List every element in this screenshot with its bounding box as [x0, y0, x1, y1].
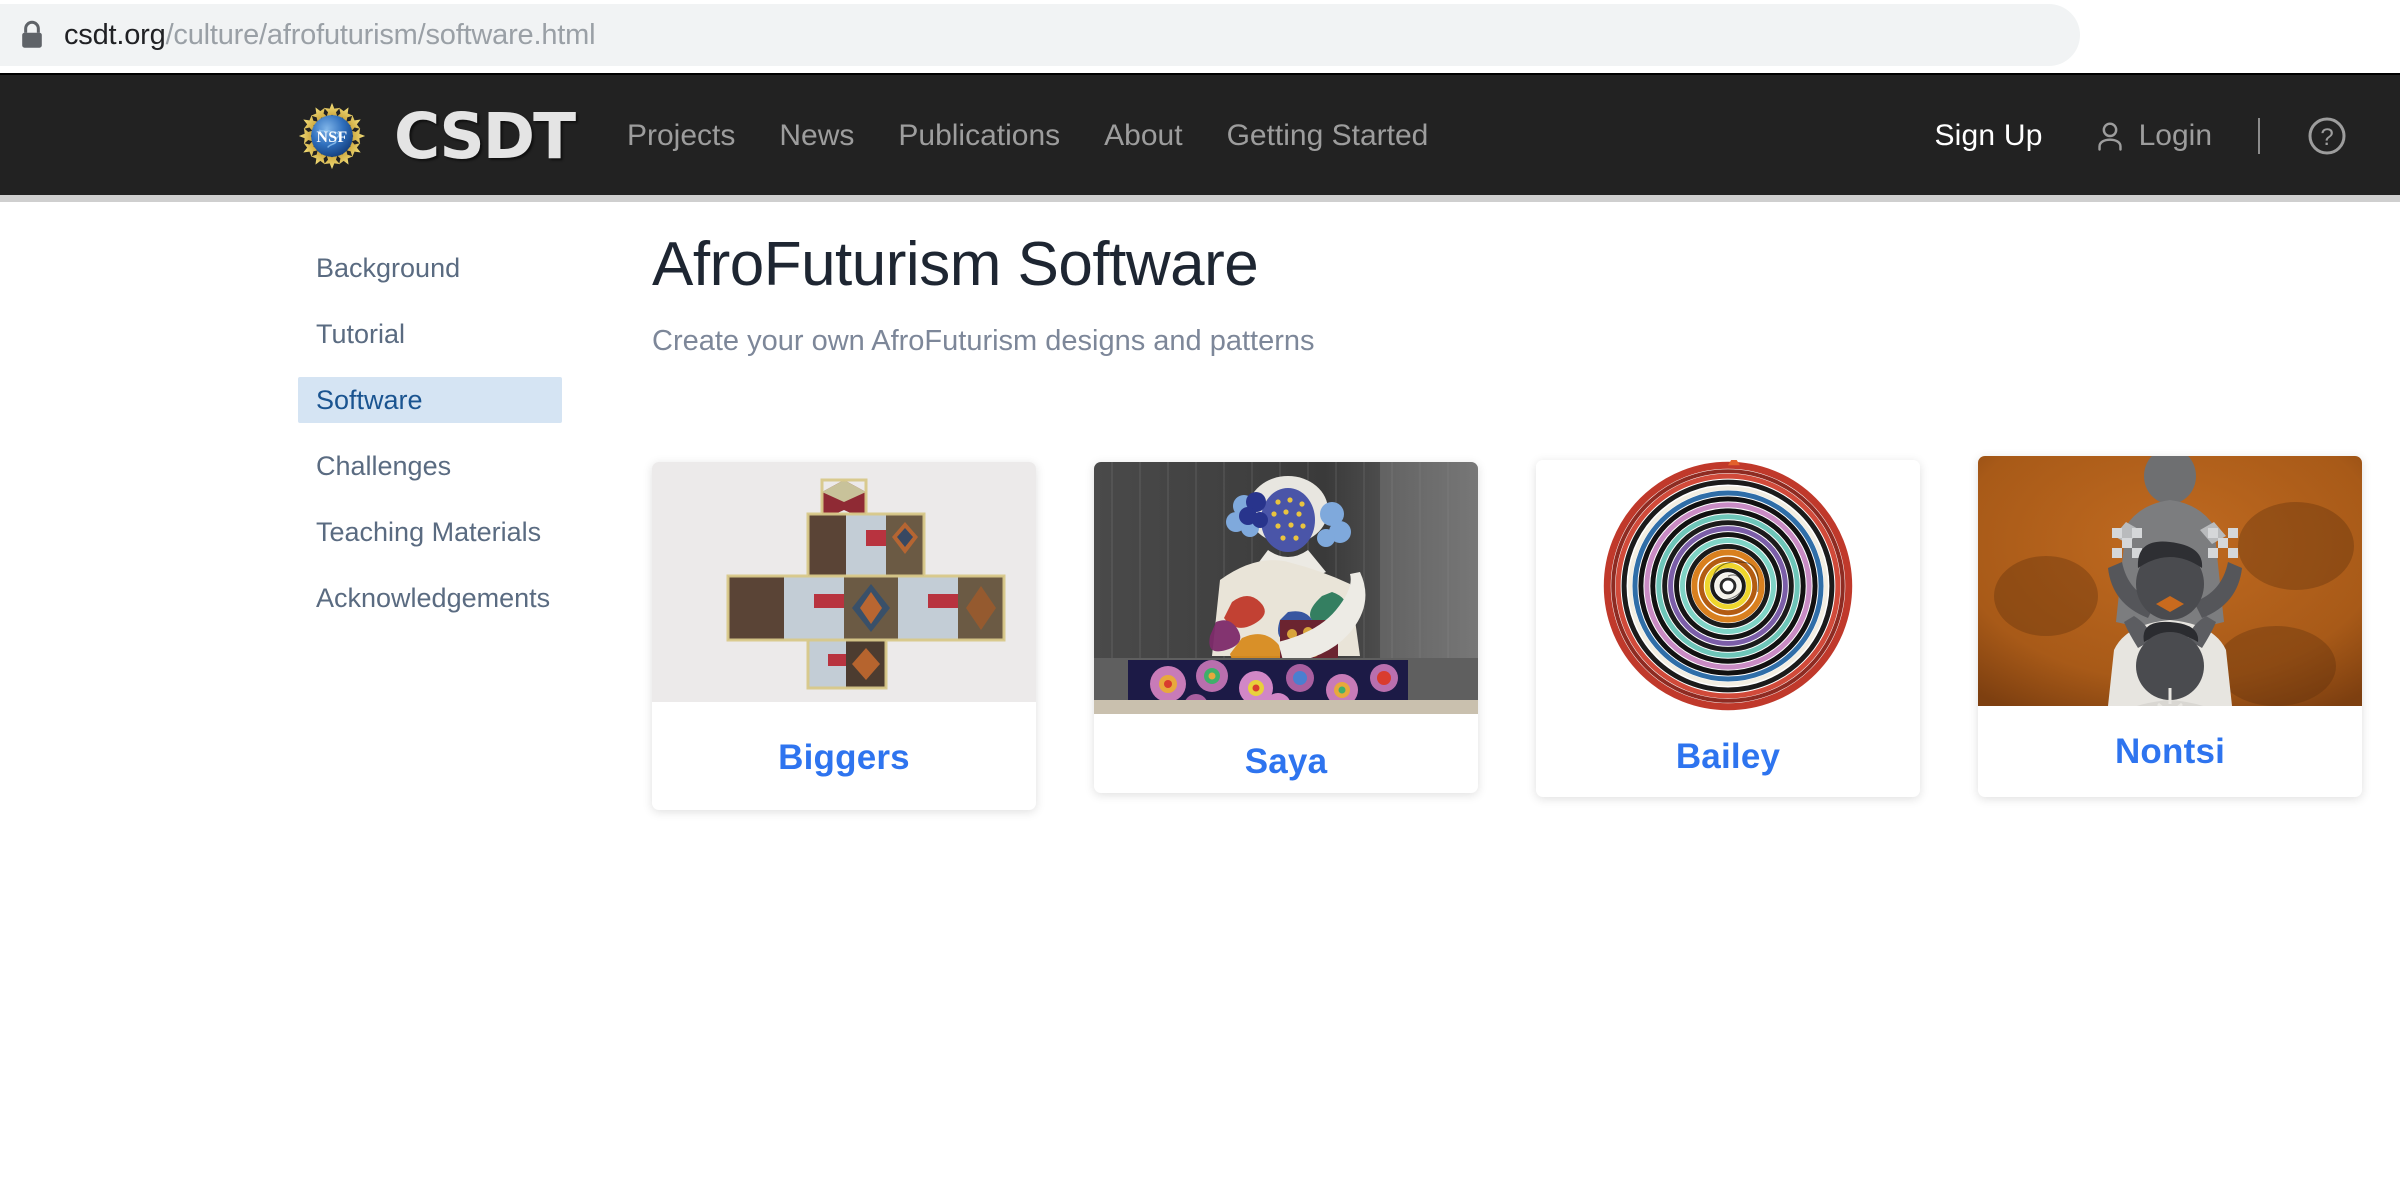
nav-link-projects[interactable]: Projects — [605, 121, 757, 151]
url-domain: csdt.org — [64, 18, 166, 51]
sidebar-item-software[interactable]: Software — [298, 377, 562, 423]
nsf-globe-logo-icon: NSF — [298, 102, 366, 170]
sidebar-item-label: Background — [316, 252, 461, 283]
url-path: /culture/afrofuturism/software.html — [165, 18, 596, 51]
svg-text:?: ? — [2320, 124, 2333, 151]
sidebar-item-acknowledgements[interactable]: Acknowledgements — [298, 575, 562, 621]
sidebar-item-tutorial[interactable]: Tutorial — [298, 311, 562, 357]
sidebar-item-background[interactable]: Background — [298, 245, 562, 291]
card-label: Biggers — [778, 738, 910, 777]
login-label: Login — [2138, 119, 2212, 152]
section-sidebar: Background Tutorial Software Challenges … — [298, 245, 562, 641]
main-content: AfroFuturism Software Create your own Af… — [652, 195, 2362, 810]
sidebar-item-label: Tutorial — [316, 318, 406, 349]
brand-logo[interactable]: NSF CSDT — [296, 97, 576, 175]
help-circle-icon[interactable]: ? — [2306, 115, 2348, 157]
sidebar-item-label: Software — [316, 384, 423, 415]
nav-link-about[interactable]: About — [1082, 121, 1204, 151]
bailey-coiled-basket-thumbnail — [1536, 460, 1920, 713]
nav-link-getting-started[interactable]: Getting Started — [1205, 121, 1451, 151]
sidebar-item-label: Teaching Materials — [316, 516, 542, 547]
lock-icon — [22, 20, 42, 48]
navbar-links: Projects News Publications About Getting… — [605, 75, 1450, 197]
csdt-wordmark: CSDT — [394, 99, 576, 173]
browser-url-bar: csdt.org/culture/afrofuturism/software.h… — [0, 0, 2400, 73]
software-card-biggers[interactable]: Biggers — [652, 462, 1036, 810]
nav-link-publications[interactable]: Publications — [876, 121, 1082, 151]
sidebar-item-label: Acknowledgements — [316, 582, 551, 613]
login-button[interactable]: Login — [2095, 119, 2212, 153]
biggers-quilt-sculpture-thumbnail — [652, 462, 1036, 702]
person-icon — [2097, 122, 2122, 151]
card-label: Bailey — [1675, 737, 1781, 776]
page-subtitle: Create your own AfroFuturism designs and… — [652, 325, 1315, 358]
card-label: Nontsi — [2114, 732, 2226, 771]
software-card-grid: Biggers Saya Bailey Nontsi — [652, 456, 2362, 810]
svg-text:NSF: NSF — [317, 129, 348, 146]
sign-up-button[interactable]: Sign Up — [1934, 119, 2042, 153]
saya-beaded-figure-thumbnail — [1094, 462, 1478, 714]
site-navbar: NSF CSDT Projects News Publications Abou… — [0, 73, 2400, 195]
url-input[interactable]: csdt.org/culture/afrofuturism/software.h… — [0, 4, 2080, 66]
nontsi-hair-braiding-photo-thumbnail — [1978, 456, 2362, 706]
navbar-divider — [2258, 118, 2260, 154]
sidebar-item-label: Challenges — [316, 450, 452, 481]
sidebar-item-teaching-materials[interactable]: Teaching Materials — [298, 509, 562, 555]
software-card-nontsi[interactable]: Nontsi — [1978, 456, 2362, 797]
software-card-saya[interactable]: Saya — [1094, 462, 1478, 793]
software-card-bailey[interactable]: Bailey — [1536, 460, 1920, 797]
nav-link-news[interactable]: News — [757, 121, 876, 151]
page-content: Background Tutorial Software Challenges … — [0, 195, 2400, 1194]
card-label: Saya — [1244, 742, 1328, 781]
sidebar-item-challenges[interactable]: Challenges — [298, 443, 562, 489]
navbar-account-area: Sign Up Login ? — [1934, 75, 2348, 197]
url-text: csdt.org/culture/afrofuturism/software.h… — [64, 18, 596, 52]
page-title: AfroFuturism Software — [652, 230, 1259, 299]
